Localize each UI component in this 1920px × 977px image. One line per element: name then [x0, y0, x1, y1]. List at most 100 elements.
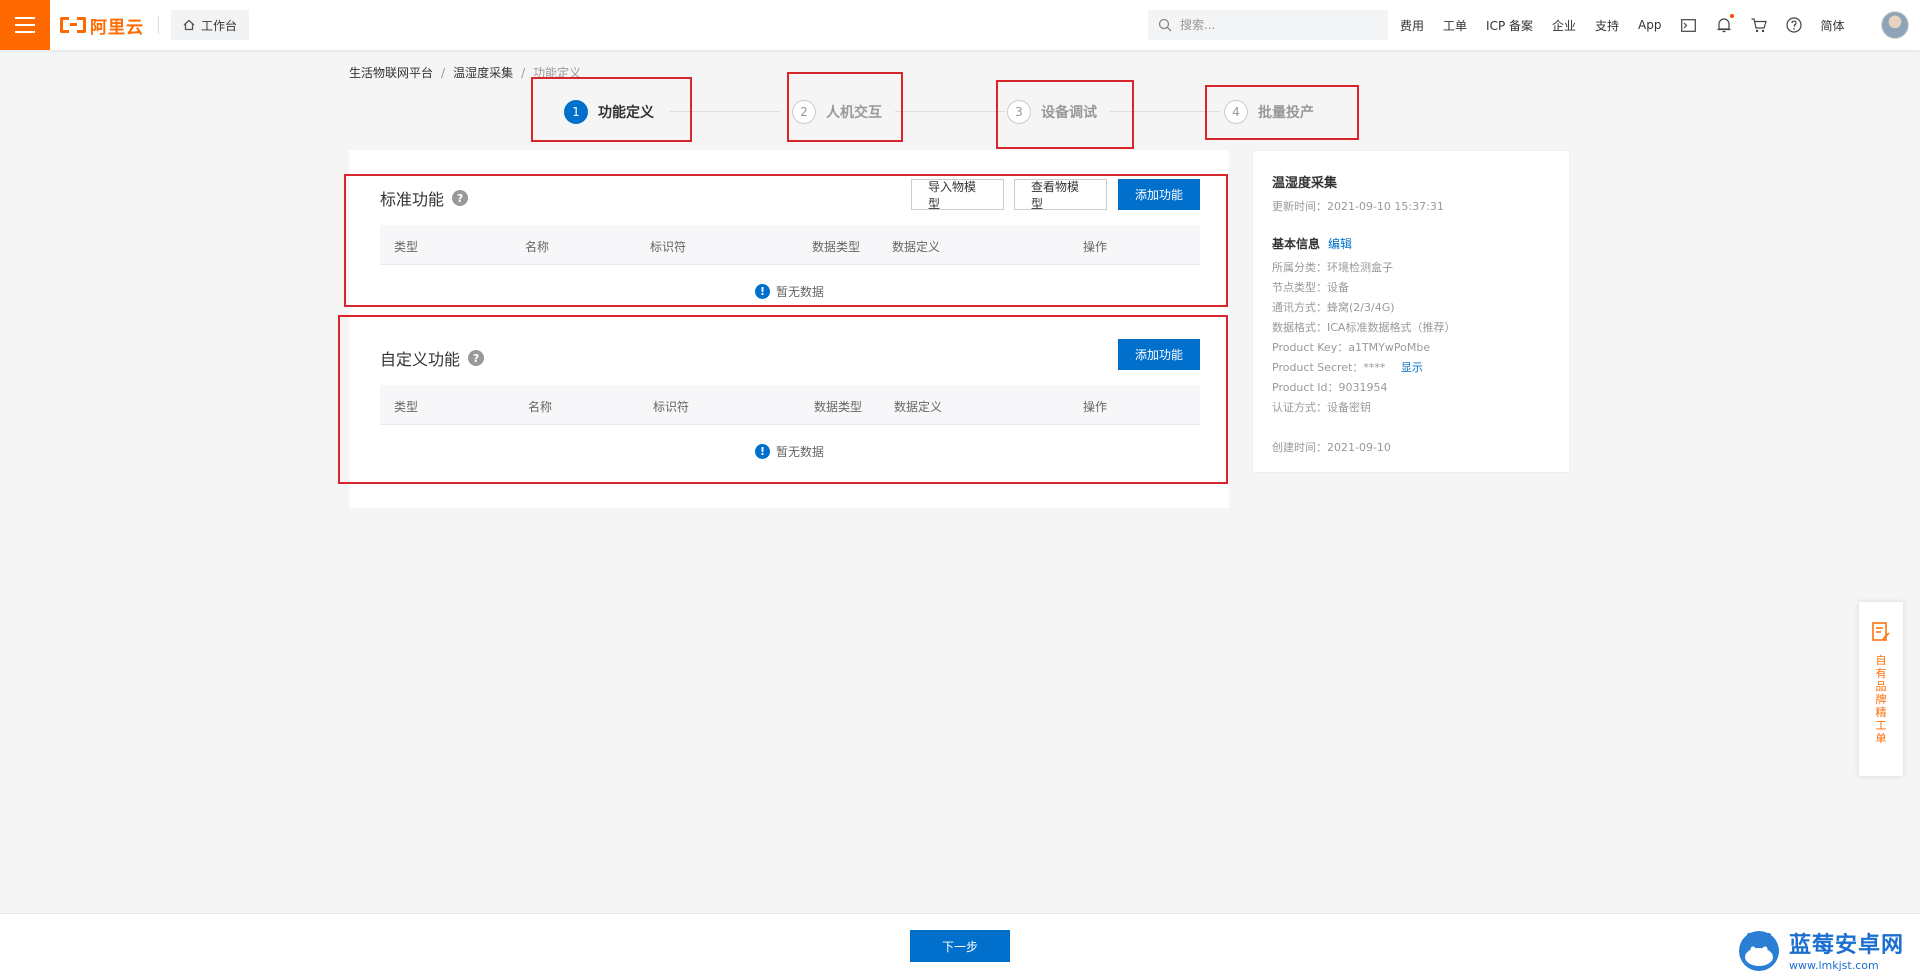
- standard-function-title: 标准功能 ?: [380, 186, 469, 210]
- custom-table-header: 类型 名称 标识符 数据类型 数据定义 操作: [380, 385, 1200, 425]
- product-auth-method: 认证方式：设备密钥: [1272, 401, 1371, 414]
- nav-icp[interactable]: ICP 备案: [1486, 17, 1533, 34]
- step-label: 设备调试: [1041, 105, 1097, 121]
- watermark-url: www.lmkjst.com: [1789, 958, 1879, 972]
- next-step-button[interactable]: 下一步: [910, 930, 1010, 962]
- add-custom-function-button[interactable]: 添加功能: [1118, 339, 1200, 370]
- breadcrumb-product[interactable]: 温湿度采集: [453, 64, 513, 81]
- col-identifier: 标识符: [653, 400, 690, 414]
- add-standard-function-button[interactable]: 添加功能: [1118, 179, 1200, 210]
- view-model-button[interactable]: 查看物模型: [1014, 179, 1107, 211]
- hamburger-menu-icon[interactable]: [0, 0, 50, 50]
- cart-icon[interactable]: [1751, 17, 1767, 33]
- breadcrumb-platform[interactable]: 生活物联网平台: [349, 64, 433, 81]
- step-label: 批量投产: [1258, 105, 1314, 121]
- col-data-definition: 数据定义: [894, 400, 943, 414]
- step-number: 2: [792, 100, 816, 124]
- info-icon: !: [755, 444, 770, 459]
- standard-empty-state: ! 暂无数据: [755, 283, 824, 300]
- product-id: Product Id：9031954: [1272, 381, 1388, 394]
- product-node-type: 节点类型：设备: [1272, 281, 1349, 294]
- logo-text: 阿里云: [90, 17, 144, 38]
- info-icon: !: [755, 284, 770, 299]
- step-function-definition[interactable]: 1 功能定义: [564, 100, 654, 124]
- show-secret-link[interactable]: 显示: [1401, 361, 1423, 374]
- col-data-type: 数据类型: [812, 240, 861, 254]
- watermark-logo-icon: [1739, 931, 1779, 971]
- search-box[interactable]: [1148, 10, 1388, 40]
- step-mass-production[interactable]: 4 批量投产: [1224, 100, 1314, 124]
- col-operation: 操作: [1083, 400, 1108, 414]
- workbench-label: 工作台: [201, 18, 238, 33]
- function-definition-panel: 标准功能 ? 导入物模型 查看物模型 添加功能 类型 名称 标识符 数据类型 数…: [349, 150, 1229, 508]
- breadcrumb-separator: /: [521, 65, 526, 80]
- breadcrumb-separator: /: [441, 65, 446, 80]
- bell-icon[interactable]: [1716, 14, 1734, 33]
- step-human-interaction[interactable]: 2 人机交互: [792, 100, 882, 124]
- basic-info-label: 基本信息: [1272, 237, 1321, 251]
- step-device-debug[interactable]: 3 设备调试: [1007, 100, 1097, 124]
- watermark-title: 蓝莓安卓网: [1789, 932, 1905, 958]
- product-secret-row: Product Secret：**** 显示: [1272, 359, 1423, 375]
- divider: [158, 16, 159, 34]
- step-label: 功能定义: [598, 105, 654, 121]
- watermark: 蓝莓安卓网 www.lmkjst.com: [1735, 921, 1920, 977]
- product-secret: Product Secret：****: [1272, 361, 1386, 374]
- ticket-label: 自有品牌精工单: [1875, 654, 1887, 745]
- step-number: 3: [1007, 100, 1031, 124]
- product-category: 所属分类：环境检测盒子: [1272, 261, 1393, 274]
- help-circle-icon[interactable]: [1785, 17, 1802, 33]
- product-comm-method: 通讯方式：蜂窝(2/3/4G): [1272, 301, 1395, 314]
- search-icon: [1158, 18, 1172, 32]
- aliyun-logo[interactable]: 阿里云: [60, 13, 144, 38]
- product-created-time: 创建时间：2021-09-10: [1272, 441, 1391, 454]
- search-input[interactable]: [1180, 18, 1380, 32]
- nav-enterprise[interactable]: 企业: [1552, 17, 1576, 34]
- top-navbar: 阿里云 工作台 费用 工单 ICP 备案 企业 支持 App 简体: [0, 0, 1920, 50]
- import-model-button[interactable]: 导入物模型: [911, 179, 1004, 211]
- product-info-panel: 温湿度采集 更新时间：2021-09-10 15:37:31 基本信息 编辑 所…: [1252, 150, 1570, 473]
- custom-function-label: 自定义功能: [380, 350, 461, 369]
- product-updated-time: 更新时间：2021-09-10 15:37:31: [1272, 200, 1444, 213]
- col-operation: 操作: [1083, 240, 1108, 254]
- step-connector: [1110, 111, 1220, 112]
- ticket-edit-icon: [1872, 622, 1890, 641]
- aliyun-logo-icon: [60, 17, 86, 33]
- breadcrumb-current: 功能定义: [533, 66, 582, 80]
- standard-table-header: 类型 名称 标识符 数据类型 数据定义 操作: [380, 225, 1200, 265]
- nav-support[interactable]: 支持: [1595, 17, 1619, 34]
- language-switch[interactable]: 简体: [1821, 17, 1845, 34]
- standard-function-label: 标准功能: [380, 190, 445, 209]
- custom-empty-state: ! 暂无数据: [755, 443, 824, 460]
- top-nav-items: 费用 工单 ICP 备案 企业 支持 App 简体: [1400, 0, 1864, 50]
- step-connector: [895, 111, 1005, 112]
- empty-text: 暂无数据: [776, 445, 825, 459]
- product-name: 温湿度采集: [1272, 176, 1338, 191]
- breadcrumb: 生活物联网平台 / 温湿度采集 / 功能定义: [349, 64, 581, 81]
- terminal-icon[interactable]: [1681, 17, 1697, 33]
- col-identifier: 标识符: [650, 240, 687, 254]
- home-icon: [183, 19, 195, 31]
- floating-ticket-button[interactable]: 自有品牌精工单: [1859, 602, 1903, 776]
- help-icon[interactable]: ?: [452, 190, 469, 206]
- nav-ticket[interactable]: 工单: [1443, 17, 1467, 34]
- product-data-format: 数据格式：ICA标准数据格式（推荐）: [1272, 321, 1456, 334]
- step-connector: [670, 111, 780, 112]
- edit-link[interactable]: 编辑: [1328, 235, 1352, 252]
- footer-bar: 下一步: [0, 913, 1920, 977]
- empty-text: 暂无数据: [776, 285, 825, 299]
- custom-function-title: 自定义功能 ?: [380, 346, 485, 370]
- notification-dot: [1729, 14, 1734, 18]
- col-type: 类型: [394, 240, 419, 254]
- help-icon[interactable]: ?: [468, 350, 485, 366]
- col-name: 名称: [525, 240, 550, 254]
- workbench-button[interactable]: 工作台: [171, 10, 250, 40]
- step-label: 人机交互: [826, 105, 882, 121]
- nav-billing[interactable]: 费用: [1400, 17, 1424, 34]
- col-name: 名称: [528, 400, 553, 414]
- step-number: 1: [564, 100, 588, 124]
- col-data-type: 数据类型: [814, 400, 863, 414]
- product-key: Product Key：a1TMYwPoMbe: [1272, 341, 1431, 354]
- nav-app[interactable]: App: [1638, 18, 1661, 32]
- user-avatar[interactable]: [1881, 11, 1909, 39]
